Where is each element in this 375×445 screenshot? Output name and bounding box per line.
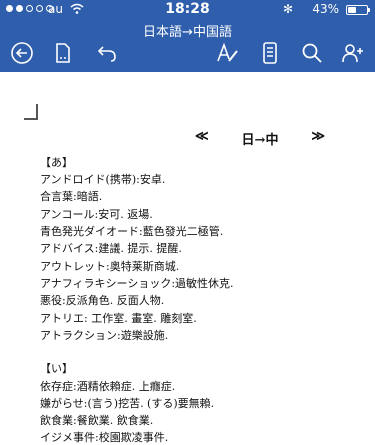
mobile-view-button[interactable] bbox=[255, 38, 285, 68]
document-heading: ≪ 日→中 ≫ bbox=[195, 129, 325, 148]
section-title-i: 【い】 bbox=[40, 362, 73, 375]
back-icon bbox=[11, 42, 33, 64]
battery-percent: 43% bbox=[312, 2, 339, 16]
add-person-icon bbox=[342, 44, 363, 63]
search-button[interactable] bbox=[297, 38, 327, 68]
vocab-line: アドバイス:建議. 提示. 提醒. bbox=[40, 242, 182, 255]
file-icon bbox=[56, 43, 70, 63]
margin-corner-mark bbox=[24, 104, 38, 120]
app-bar: au 18:28 ✻ 43% 日本語→中国語 bbox=[0, 0, 375, 72]
undo-icon bbox=[97, 46, 116, 62]
heading-text: 日→中 bbox=[241, 133, 279, 148]
font-pen-icon bbox=[217, 42, 238, 62]
vocab-line: アナフィラキシーショック:過敏性休克. bbox=[40, 277, 234, 290]
vocab-line: 青色発光ダイオード:藍色發光二極管. bbox=[40, 225, 224, 238]
toolbar bbox=[0, 38, 375, 70]
search-icon bbox=[302, 43, 322, 63]
vocab-line: 合言葉:暗語. bbox=[40, 190, 103, 203]
add-person-button[interactable] bbox=[338, 38, 368, 68]
battery-fill bbox=[348, 7, 356, 13]
heading-left-marks: ≪ bbox=[195, 129, 209, 144]
vocab-line: 悪役:反派角色. 反面人物. bbox=[40, 294, 165, 307]
heading-right-marks: ≫ bbox=[311, 129, 325, 144]
file-button[interactable] bbox=[48, 38, 78, 68]
status-bar: au 18:28 ✻ 43% bbox=[0, 0, 375, 20]
battery-icon bbox=[346, 5, 370, 15]
vocab-line: アンドロイド(携帯):安卓. bbox=[40, 173, 166, 186]
bluetooth-icon: ✻ bbox=[282, 2, 293, 16]
vocab-line: イジメ事件:校園欺凌事件. bbox=[40, 431, 169, 444]
vocab-line: アトラクション:遊樂設施. bbox=[40, 329, 169, 342]
vocab-line: 飲食業:餐飲業. 飲食業. bbox=[40, 414, 154, 427]
vocab-line: アウトレット:奥特莱斯商城. bbox=[40, 260, 180, 273]
vocab-line: アトリエ: 工作室. 畫室. 雕刻室. bbox=[40, 312, 197, 325]
back-button[interactable] bbox=[7, 38, 37, 68]
vocab-line: 依存症:酒精依賴症. 上癮症. bbox=[40, 380, 176, 393]
font-pen-button[interactable] bbox=[212, 38, 242, 68]
document-page[interactable]: ≪ 日→中 ≫ 【あ】 アンドロイド(携帯):安卓. 合言葉:暗語. アンコール… bbox=[0, 72, 375, 444]
vocab-line: アンコール:安可. 返場. bbox=[40, 208, 153, 221]
undo-button[interactable] bbox=[92, 38, 122, 68]
section-title-a: 【あ】 bbox=[40, 156, 73, 169]
vocab-line: 嫌がらせ:(言う)挖苦. (する)要無賴. bbox=[40, 397, 215, 410]
mobile-view-icon bbox=[263, 42, 277, 64]
